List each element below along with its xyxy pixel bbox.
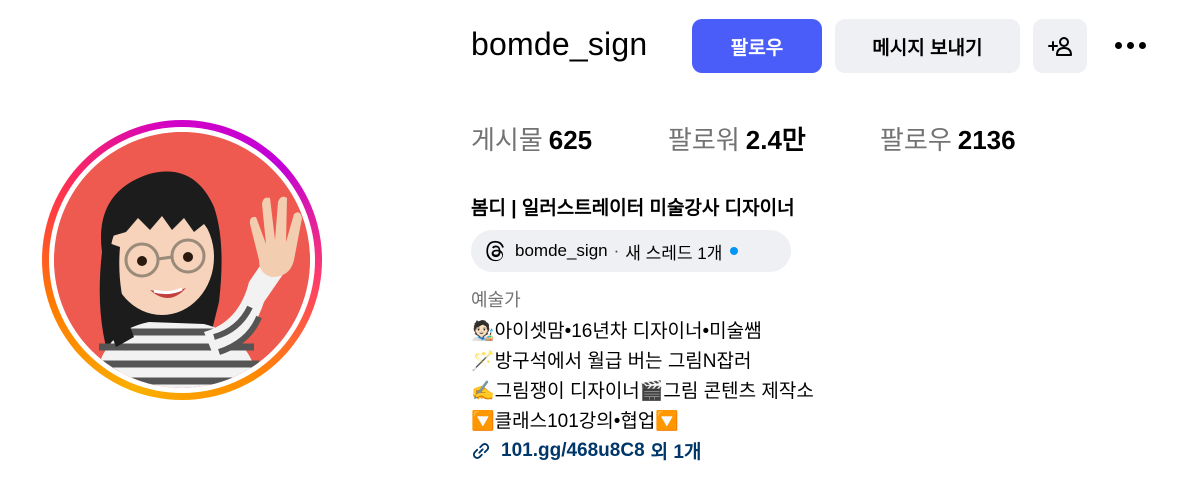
stat-following[interactable]: 팔로우 2136 <box>880 120 1016 157</box>
more-dot <box>1114 41 1122 49</box>
add-person-icon <box>1048 37 1072 56</box>
stat-following-label: 팔로우 <box>880 125 952 155</box>
notification-dot <box>730 247 739 255</box>
stat-followers[interactable]: 팔로워 2.4만 <box>668 120 806 157</box>
stat-posts-value: 625 <box>548 125 593 155</box>
link-icon <box>472 442 490 459</box>
threads-icon <box>485 240 507 262</box>
more-dot <box>1138 41 1146 49</box>
avatar-illustration <box>54 132 310 388</box>
bio-link-text: 101.gg/468u8C8 <box>501 439 645 461</box>
send-message-button[interactable]: 메시지 보내기 <box>835 19 1020 73</box>
story-ring-gap <box>49 127 315 393</box>
more-options-icon[interactable] <box>1110 30 1150 60</box>
threads-badge[interactable]: bomde_sign · 새 스레드 1개 <box>471 230 791 272</box>
suggest-people-button[interactable] <box>1033 19 1087 73</box>
profile-username: bomde_sign <box>471 26 648 62</box>
profile-avatar[interactable] <box>54 132 310 388</box>
stat-following-value: 2136 <box>957 125 1016 155</box>
bio-line: 🧑🏻‍🎨아이셋맘•16년차 디자이너•미술쌤 <box>471 321 762 342</box>
threads-separator: · <box>613 241 620 260</box>
threads-handle: bomde_sign <box>515 241 608 260</box>
stat-posts: 게시물 625 <box>471 120 592 157</box>
more-dot <box>1126 41 1134 49</box>
bio-link[interactable]: 101.gg/468u8C8 외 1개 <box>471 437 701 464</box>
stat-posts-label: 게시물 <box>471 125 543 155</box>
profile-display-name: 봄디 | 일러스트레이터 미술강사 디자이너 <box>471 198 795 219</box>
bio-line: ✍️그림쟁이 디자이너🎬그림 콘텐츠 제작소 <box>471 381 814 402</box>
stat-followers-value: 2.4만 <box>745 125 806 155</box>
bio-link-suffix: 외 1개 <box>650 442 702 463</box>
threads-status: 새 스레드 1개 <box>625 243 723 263</box>
bio-line: 🪄방구석에서 월급 버는 그림N잡러 <box>471 351 752 372</box>
follow-button[interactable]: 팔로우 <box>692 19 822 73</box>
story-ring[interactable] <box>42 120 322 400</box>
profile-category: 예술가 <box>471 290 521 310</box>
stat-followers-label: 팔로워 <box>668 125 740 155</box>
bio-line: 🔽클래스101강의•협업🔽 <box>471 411 680 432</box>
